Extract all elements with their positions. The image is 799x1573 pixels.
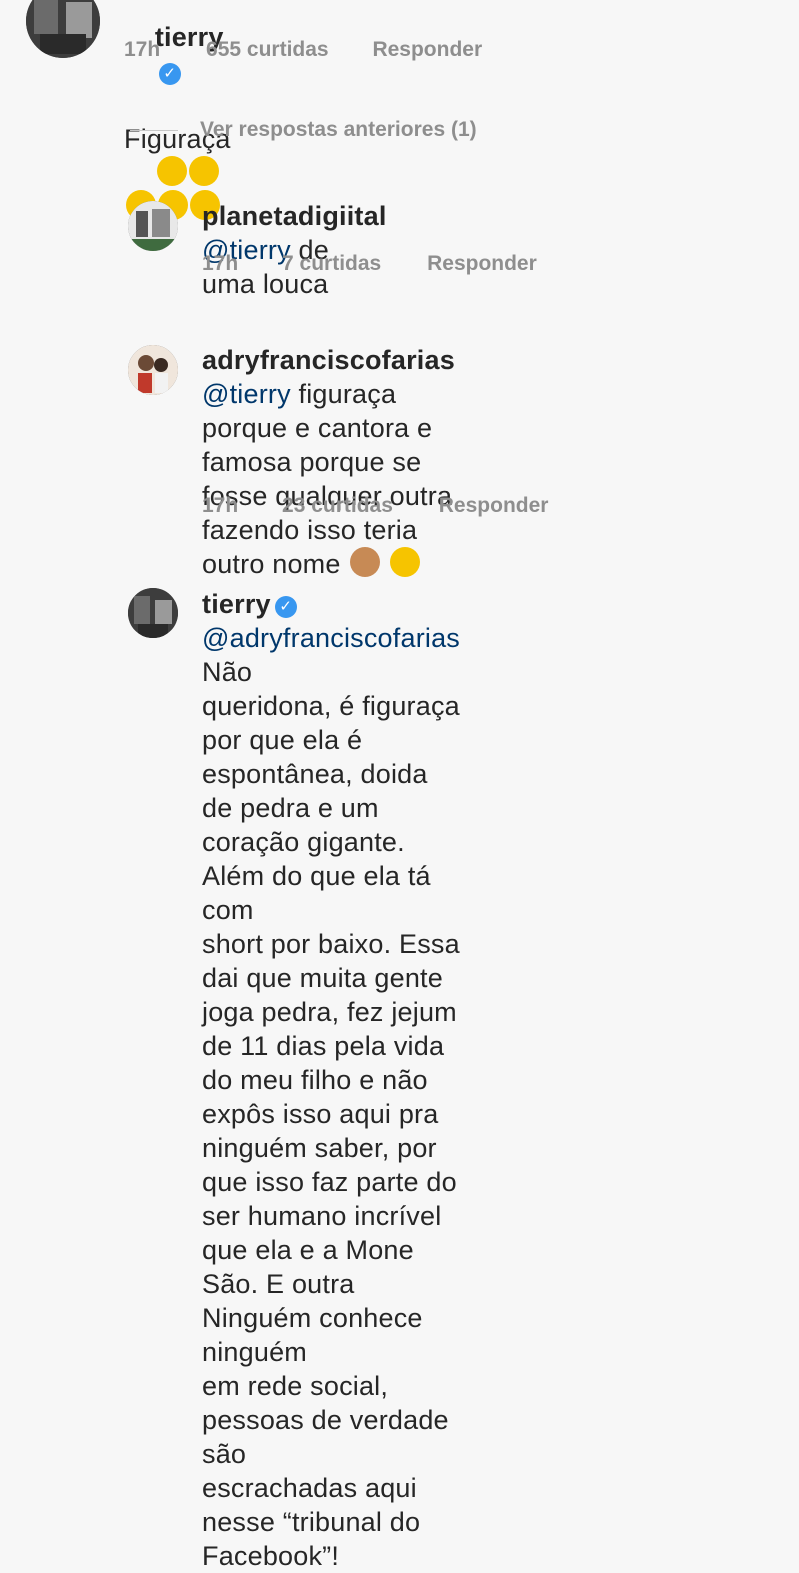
reply-button[interactable]: Responder [439, 494, 549, 518]
thinking-face-icon [390, 547, 420, 577]
avatar-photo [26, 0, 100, 58]
comment-time: 17h [202, 494, 239, 517]
mention-link[interactable]: @adryfranciscofarias [202, 623, 460, 653]
comment-body: figuraça porque e cantora e famosa porqu… [202, 379, 453, 579]
comment-meta: 17h 655 curtidas Responder [124, 38, 482, 62]
reply-button[interactable]: Responder [427, 252, 537, 276]
reply-button[interactable]: Responder [372, 38, 482, 62]
avatar-photo [128, 201, 178, 251]
comment-text: adryfranciscofarias @tierry figuraça por… [202, 343, 455, 581]
mention-link[interactable]: @tierry [202, 379, 291, 409]
avatar[interactable] [128, 201, 178, 251]
likes-count[interactable]: 655 curtidas [206, 38, 329, 62]
verified-badge-icon: ✓ [158, 63, 181, 85]
laughing-emoji-icon [156, 156, 187, 186]
comment-username[interactable]: planetadigiital [202, 201, 387, 231]
comment-username[interactable]: tierry [202, 589, 271, 619]
comment-time: 17h [124, 38, 161, 61]
comment-username[interactable]: adryfranciscofarias [202, 345, 455, 375]
avatar[interactable] [26, 0, 100, 58]
avatar[interactable] [128, 345, 178, 395]
comment-text: tierry ✓ @adryfranciscofarias Não queridon… [202, 587, 460, 1573]
divider-line [130, 129, 178, 131]
comment-meta: 17h 7 curtidas Responder [202, 252, 537, 276]
likes-count[interactable]: 23 curtidas [282, 494, 393, 518]
avatar-photo [128, 345, 178, 395]
avatar-photo [128, 588, 178, 638]
laughing-emoji-icon [188, 156, 219, 186]
comment-body: Não queridona, é figuraça por que ela é … [202, 657, 460, 1571]
avatar[interactable] [128, 588, 178, 638]
see-no-evil-monkey-icon [350, 547, 381, 577]
comment-text: planetadigiital @tierry de uma louca [202, 199, 387, 301]
view-previous-label: Ver respostas anteriores (1) [200, 118, 477, 141]
verified-badge-icon: ✓ [274, 596, 297, 618]
likes-count[interactable]: 7 curtidas [282, 252, 381, 276]
view-previous-replies[interactable]: Ver respostas anteriores (1) [130, 118, 477, 142]
comment-time: 17h [202, 252, 239, 275]
comment-meta: 17h 23 curtidas Responder [202, 494, 548, 518]
